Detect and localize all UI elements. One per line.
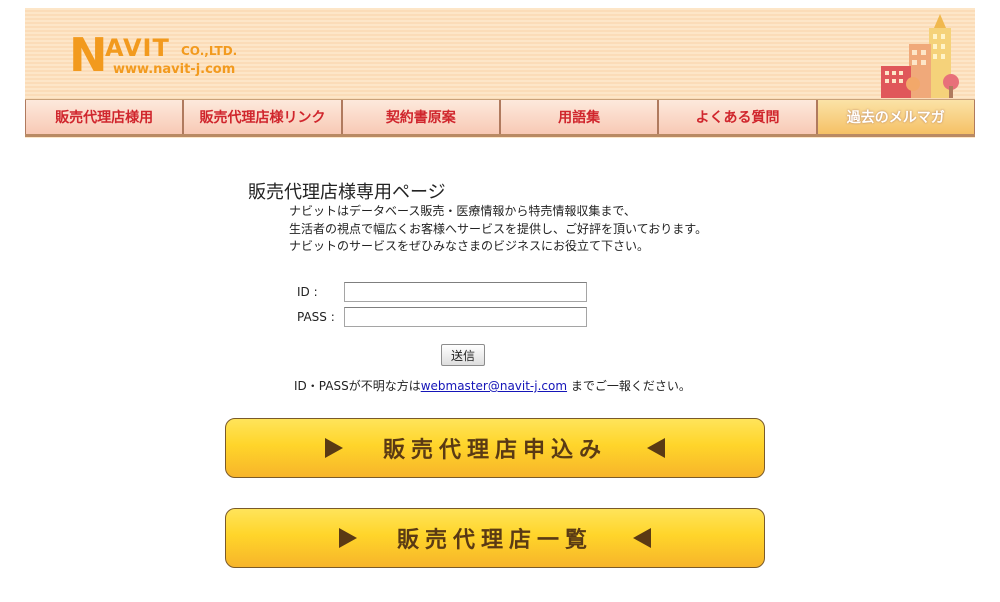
intro-line: 生活者の視点で幅広くお客様へサービスを提供し、ご好評を頂いております。 [289, 221, 708, 236]
intro-text: ナビットはデータベース販売・医療情報から特売情報収集まで、 生活者の視点で幅広く… [289, 203, 707, 256]
nav-item-past-newsletters[interactable]: 過去のメルマガ [816, 100, 975, 134]
main-nav: 販売代理店様用 販売代理店様リンク 契約書原案 用語集 よくある質問 過去のメル… [25, 99, 975, 137]
agent-apply-button[interactable]: 販売代理店申込み [225, 418, 765, 478]
site-header: N AVIT CO.,LTD. www.navit-j.com 販売代理店様用 … [25, 8, 975, 138]
contact-note-suffix: までご一報ください。 [567, 379, 691, 393]
logo-company-suffix: CO.,LTD. [181, 44, 238, 58]
nav-item-contract-draft[interactable]: 契約書原案 [341, 100, 500, 134]
contact-note: ID・PASSが不明な方はwebmaster@navit-j.com までご一報… [294, 377, 691, 394]
triangle-left-icon [633, 528, 651, 548]
id-input[interactable] [344, 282, 587, 302]
triangle-left-icon [647, 438, 665, 458]
contact-note-prefix: ID・PASSが不明な方は [294, 379, 421, 393]
triangle-right-icon [338, 528, 357, 548]
nav-item-agent-links[interactable]: 販売代理店様リンク [183, 100, 342, 134]
triangle-right-icon [324, 438, 343, 458]
intro-line: ナビットのサービスをぜひみなさまのビジネスにお役立て下さい。 [289, 239, 650, 253]
agent-list-label: 販売代理店一覧 [396, 528, 593, 553]
nav-item-glossary[interactable]: 用語集 [499, 100, 659, 134]
navit-logo[interactable]: N AVIT CO.,LTD. www.navit-j.com [69, 32, 269, 88]
pass-input[interactable] [344, 307, 587, 327]
submit-button[interactable]: 送信 [441, 344, 485, 366]
logo-letter-n: N [69, 28, 107, 82]
logo-wordmark: AVIT [105, 34, 170, 62]
logo-url: www.navit-j.com [113, 62, 236, 77]
intro-line: ナビットはデータベース販売・医療情報から特売情報収集まで、 [289, 204, 636, 218]
pass-label: PASS : [297, 310, 335, 324]
agent-apply-label: 販売代理店申込み [382, 438, 607, 463]
city-buildings-icon [881, 14, 959, 98]
webmaster-email-link[interactable]: webmaster@navit-j.com [421, 379, 567, 393]
agent-list-button[interactable]: 販売代理店一覧 [225, 508, 765, 568]
id-label: ID : [297, 285, 318, 299]
page-title: 販売代理店様専用ページ [248, 182, 446, 203]
nav-item-faq[interactable]: よくある質問 [658, 100, 817, 134]
nav-item-agent[interactable]: 販売代理店様用 [25, 100, 184, 134]
